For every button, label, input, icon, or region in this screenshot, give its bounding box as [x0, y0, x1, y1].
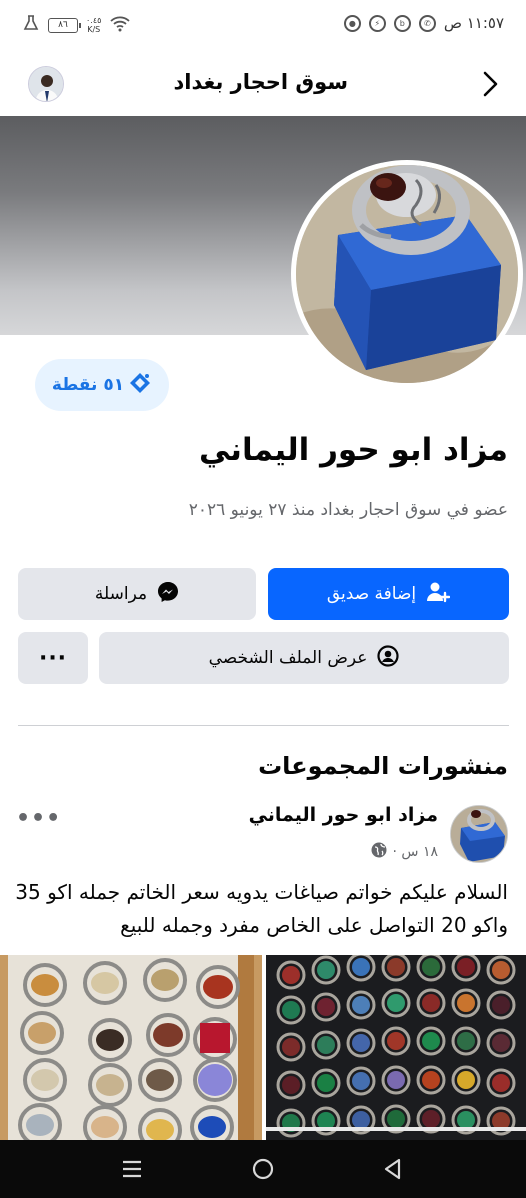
member-info: عضو في سوق احجار بغداد منذ ٢٧ يونيو ٢٠٢٦ — [188, 500, 508, 520]
system-navigation-bar — [0, 1140, 526, 1198]
avatar[interactable] — [28, 66, 64, 102]
divider — [18, 725, 509, 726]
chevron-right-icon — [483, 71, 498, 97]
network-speed-unit: K/S — [87, 25, 101, 34]
more-options-button[interactable]: ··· — [18, 632, 88, 684]
post-meta: ١٨ س · — [371, 842, 439, 862]
more-dots-icon: ··· — [38, 645, 68, 671]
post-author-name[interactable]: مزاد ابو حور اليماني — [249, 804, 438, 826]
status-bar: ٨٦ ٠.٤٥ K/S ● ⚡ b ✆ ١١:٥٧ ص — [0, 0, 526, 52]
messenger-icon — [157, 581, 179, 608]
profile-picture[interactable] — [291, 160, 523, 388]
add-friend-button[interactable]: إضافة صديق — [268, 568, 509, 620]
back-button[interactable] — [476, 68, 504, 100]
wifi-icon — [109, 14, 131, 36]
section-title: منشورات المجموعات — [258, 752, 508, 780]
messenger-icon: ⚡ — [368, 14, 386, 32]
recent-apps-icon[interactable] — [120, 1157, 144, 1185]
battery-level: ٨٦ — [58, 19, 68, 30]
page-title[interactable]: سوق احجار بغداد — [173, 70, 348, 94]
home-icon[interactable] — [251, 1157, 275, 1185]
whatsapp-icon: ✆ — [418, 14, 436, 32]
add-friend-icon — [426, 581, 451, 608]
view-profile-label: عرض الملف الشخصي — [208, 648, 368, 668]
view-profile-button[interactable]: عرض الملف الشخصي — [99, 632, 509, 684]
post-author-avatar[interactable] — [450, 805, 508, 863]
message-label: مراسلة — [94, 584, 148, 604]
post-time: ١٨ س · — [392, 844, 439, 860]
back-nav-icon[interactable] — [381, 1157, 405, 1185]
top-bar: سوق احجار بغداد — [0, 52, 526, 116]
add-friend-label: إضافة صديق — [326, 584, 417, 604]
network-speed-value: ٠.٤٥ — [86, 16, 102, 25]
app-icon: ● — [343, 14, 361, 32]
post-photo-rings-right[interactable] — [266, 955, 526, 1140]
points-badge[interactable]: ٥١ نقطة — [35, 359, 169, 411]
whatsapp-business-icon: b — [393, 14, 411, 32]
battery-icon: ٨٦ — [48, 17, 81, 33]
diamond-points-icon — [128, 371, 152, 399]
network-speed: ٠.٤٥ K/S — [86, 16, 101, 34]
user-circle-icon — [377, 644, 400, 672]
clock: ١١:٥٧ ص — [443, 14, 504, 32]
message-button[interactable]: مراسلة — [18, 568, 256, 620]
globe-icon — [371, 842, 387, 862]
profile-name: مزاد ابو حور اليماني — [198, 432, 508, 468]
points-label: ٥١ نقطة — [51, 375, 125, 395]
post-photo-rings-left[interactable] — [0, 955, 262, 1140]
post-options-button[interactable]: ••• — [16, 806, 61, 831]
lab-flask-icon — [22, 14, 40, 36]
post-text: السلام عليكم خواتم صياغات يدويه سعر الخا… — [15, 880, 508, 937]
